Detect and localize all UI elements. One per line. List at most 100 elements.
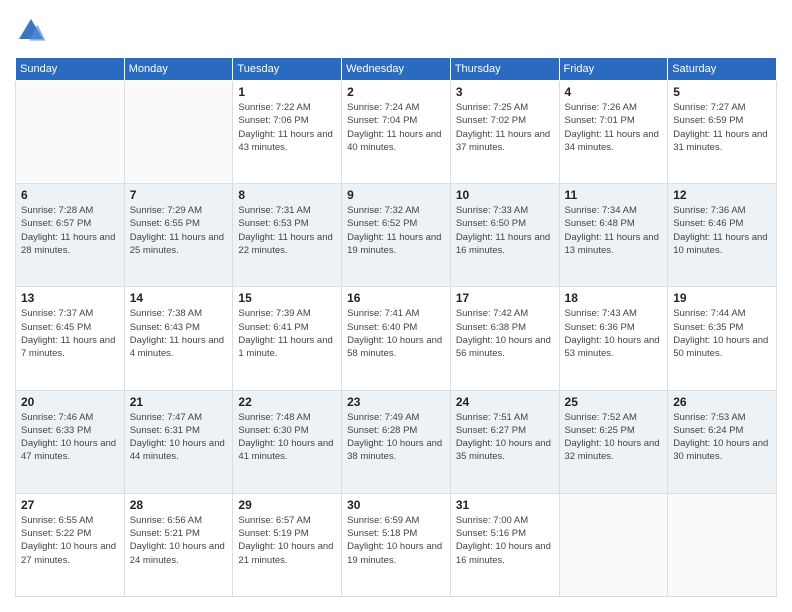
day-number: 18 <box>565 291 663 305</box>
day-info: Sunrise: 7:43 AM Sunset: 6:36 PM Dayligh… <box>565 307 663 360</box>
calendar-cell: 23 Sunrise: 7:49 AM Sunset: 6:28 PM Dayli… <box>342 390 451 493</box>
calendar-cell: 8 Sunrise: 7:31 AM Sunset: 6:53 PM Daylig… <box>233 184 342 287</box>
day-number: 29 <box>238 498 336 512</box>
calendar-cell: 27 Sunrise: 6:55 AM Sunset: 5:22 PM Dayli… <box>16 493 125 596</box>
day-number: 4 <box>565 85 663 99</box>
day-number: 5 <box>673 85 771 99</box>
calendar-cell: 18 Sunrise: 7:43 AM Sunset: 6:36 PM Dayli… <box>559 287 668 390</box>
day-info: Sunrise: 7:37 AM Sunset: 6:45 PM Dayligh… <box>21 307 119 360</box>
week-row-2: 13 Sunrise: 7:37 AM Sunset: 6:45 PM Dayli… <box>16 287 777 390</box>
week-row-1: 6Sunrise: 7:28 AM Sunset: 6:57 PM Daylig… <box>16 184 777 287</box>
day-info: Sunrise: 7:47 AM Sunset: 6:31 PM Dayligh… <box>130 411 228 464</box>
day-info: Sunrise: 7:36 AM Sunset: 6:46 PM Dayligh… <box>673 204 771 257</box>
header-day-friday: Friday <box>559 58 668 81</box>
day-number: 7 <box>130 188 228 202</box>
day-number: 15 <box>238 291 336 305</box>
day-info: Sunrise: 7:39 AM Sunset: 6:41 PM Dayligh… <box>238 307 336 360</box>
day-info: Sunrise: 7:22 AM Sunset: 7:06 PM Dayligh… <box>238 101 336 154</box>
day-info: Sunrise: 7:32 AM Sunset: 6:52 PM Dayligh… <box>347 204 445 257</box>
calendar-cell: 19 Sunrise: 7:44 AM Sunset: 6:35 PM Dayli… <box>668 287 777 390</box>
day-number: 28 <box>130 498 228 512</box>
day-number: 31 <box>456 498 554 512</box>
calendar-header: SundayMondayTuesdayWednesdayThursdayFrid… <box>16 58 777 81</box>
day-number: 13 <box>21 291 119 305</box>
calendar-cell: 9Sunrise: 7:32 AM Sunset: 6:52 PM Daylig… <box>342 184 451 287</box>
day-info: Sunrise: 7:24 AM Sunset: 7:04 PM Dayligh… <box>347 101 445 154</box>
day-number: 17 <box>456 291 554 305</box>
calendar-cell: 15 Sunrise: 7:39 AM Sunset: 6:41 PM Dayli… <box>233 287 342 390</box>
header-day-saturday: Saturday <box>668 58 777 81</box>
day-info: Sunrise: 7:48 AM Sunset: 6:30 PM Dayligh… <box>238 411 336 464</box>
calendar-body: 1 Sunrise: 7:22 AM Sunset: 7:06 PM Daylig… <box>16 81 777 597</box>
logo-icon <box>15 15 47 47</box>
day-number: 30 <box>347 498 445 512</box>
day-number: 24 <box>456 395 554 409</box>
calendar-cell: 20Sunrise: 7:46 AM Sunset: 6:33 PM Dayli… <box>16 390 125 493</box>
calendar-cell: 24 Sunrise: 7:51 AM Sunset: 6:27 PM Dayli… <box>450 390 559 493</box>
day-info: Sunrise: 7:53 AM Sunset: 6:24 PM Dayligh… <box>673 411 771 464</box>
calendar-cell: 21 Sunrise: 7:47 AM Sunset: 6:31 PM Dayli… <box>124 390 233 493</box>
day-info: Sunrise: 6:56 AM Sunset: 5:21 PM Dayligh… <box>130 514 228 567</box>
day-number: 12 <box>673 188 771 202</box>
day-info: Sunrise: 7:41 AM Sunset: 6:40 PM Dayligh… <box>347 307 445 360</box>
day-info: Sunrise: 7:38 AM Sunset: 6:43 PM Dayligh… <box>130 307 228 360</box>
day-info: Sunrise: 7:33 AM Sunset: 6:50 PM Dayligh… <box>456 204 554 257</box>
header-day-wednesday: Wednesday <box>342 58 451 81</box>
header-row: SundayMondayTuesdayWednesdayThursdayFrid… <box>16 58 777 81</box>
calendar-cell: 1 Sunrise: 7:22 AM Sunset: 7:06 PM Daylig… <box>233 81 342 184</box>
header <box>15 15 777 47</box>
day-number: 11 <box>565 188 663 202</box>
calendar-cell: 16Sunrise: 7:41 AM Sunset: 6:40 PM Dayli… <box>342 287 451 390</box>
day-info: Sunrise: 7:52 AM Sunset: 6:25 PM Dayligh… <box>565 411 663 464</box>
logo <box>15 15 51 47</box>
day-info: Sunrise: 7:00 AM Sunset: 5:16 PM Dayligh… <box>456 514 554 567</box>
calendar-cell: 10 Sunrise: 7:33 AM Sunset: 6:50 PM Dayli… <box>450 184 559 287</box>
header-day-monday: Monday <box>124 58 233 81</box>
day-number: 1 <box>238 85 336 99</box>
day-number: 8 <box>238 188 336 202</box>
calendar-cell: 3Sunrise: 7:25 AM Sunset: 7:02 PM Daylig… <box>450 81 559 184</box>
header-day-tuesday: Tuesday <box>233 58 342 81</box>
day-info: Sunrise: 7:42 AM Sunset: 6:38 PM Dayligh… <box>456 307 554 360</box>
day-number: 14 <box>130 291 228 305</box>
day-info: Sunrise: 6:55 AM Sunset: 5:22 PM Dayligh… <box>21 514 119 567</box>
week-row-0: 1 Sunrise: 7:22 AM Sunset: 7:06 PM Daylig… <box>16 81 777 184</box>
calendar-cell: 13 Sunrise: 7:37 AM Sunset: 6:45 PM Dayli… <box>16 287 125 390</box>
calendar-cell: 26 Sunrise: 7:53 AM Sunset: 6:24 PM Dayli… <box>668 390 777 493</box>
day-number: 6 <box>21 188 119 202</box>
day-number: 25 <box>565 395 663 409</box>
day-info: Sunrise: 7:31 AM Sunset: 6:53 PM Dayligh… <box>238 204 336 257</box>
calendar-cell: 17 Sunrise: 7:42 AM Sunset: 6:38 PM Dayli… <box>450 287 559 390</box>
calendar-cell: 6Sunrise: 7:28 AM Sunset: 6:57 PM Daylig… <box>16 184 125 287</box>
page: SundayMondayTuesdayWednesdayThursdayFrid… <box>0 0 792 612</box>
day-info: Sunrise: 7:44 AM Sunset: 6:35 PM Dayligh… <box>673 307 771 360</box>
calendar-cell <box>668 493 777 596</box>
calendar-cell <box>124 81 233 184</box>
calendar-cell: 2Sunrise: 7:24 AM Sunset: 7:04 PM Daylig… <box>342 81 451 184</box>
calendar-cell: 28 Sunrise: 6:56 AM Sunset: 5:21 PM Dayli… <box>124 493 233 596</box>
day-number: 26 <box>673 395 771 409</box>
day-number: 19 <box>673 291 771 305</box>
day-number: 27 <box>21 498 119 512</box>
day-info: Sunrise: 7:51 AM Sunset: 6:27 PM Dayligh… <box>456 411 554 464</box>
day-info: Sunrise: 7:49 AM Sunset: 6:28 PM Dayligh… <box>347 411 445 464</box>
header-day-sunday: Sunday <box>16 58 125 81</box>
day-info: Sunrise: 6:57 AM Sunset: 5:19 PM Dayligh… <box>238 514 336 567</box>
calendar-cell: 29 Sunrise: 6:57 AM Sunset: 5:19 PM Dayli… <box>233 493 342 596</box>
week-row-4: 27 Sunrise: 6:55 AM Sunset: 5:22 PM Dayli… <box>16 493 777 596</box>
calendar-cell <box>559 493 668 596</box>
day-number: 21 <box>130 395 228 409</box>
day-info: Sunrise: 6:59 AM Sunset: 5:18 PM Dayligh… <box>347 514 445 567</box>
day-number: 3 <box>456 85 554 99</box>
calendar-cell: 31 Sunrise: 7:00 AM Sunset: 5:16 PM Dayli… <box>450 493 559 596</box>
calendar-cell: 12 Sunrise: 7:36 AM Sunset: 6:46 PM Dayli… <box>668 184 777 287</box>
calendar-cell: 7Sunrise: 7:29 AM Sunset: 6:55 PM Daylig… <box>124 184 233 287</box>
day-number: 23 <box>347 395 445 409</box>
day-info: Sunrise: 7:34 AM Sunset: 6:48 PM Dayligh… <box>565 204 663 257</box>
day-number: 10 <box>456 188 554 202</box>
calendar-cell: 22Sunrise: 7:48 AM Sunset: 6:30 PM Dayli… <box>233 390 342 493</box>
day-info: Sunrise: 7:46 AM Sunset: 6:33 PM Dayligh… <box>21 411 119 464</box>
calendar-cell: 30 Sunrise: 6:59 AM Sunset: 5:18 PM Dayli… <box>342 493 451 596</box>
calendar-cell: 11 Sunrise: 7:34 AM Sunset: 6:48 PM Dayli… <box>559 184 668 287</box>
calendar-cell: 4Sunrise: 7:26 AM Sunset: 7:01 PM Daylig… <box>559 81 668 184</box>
